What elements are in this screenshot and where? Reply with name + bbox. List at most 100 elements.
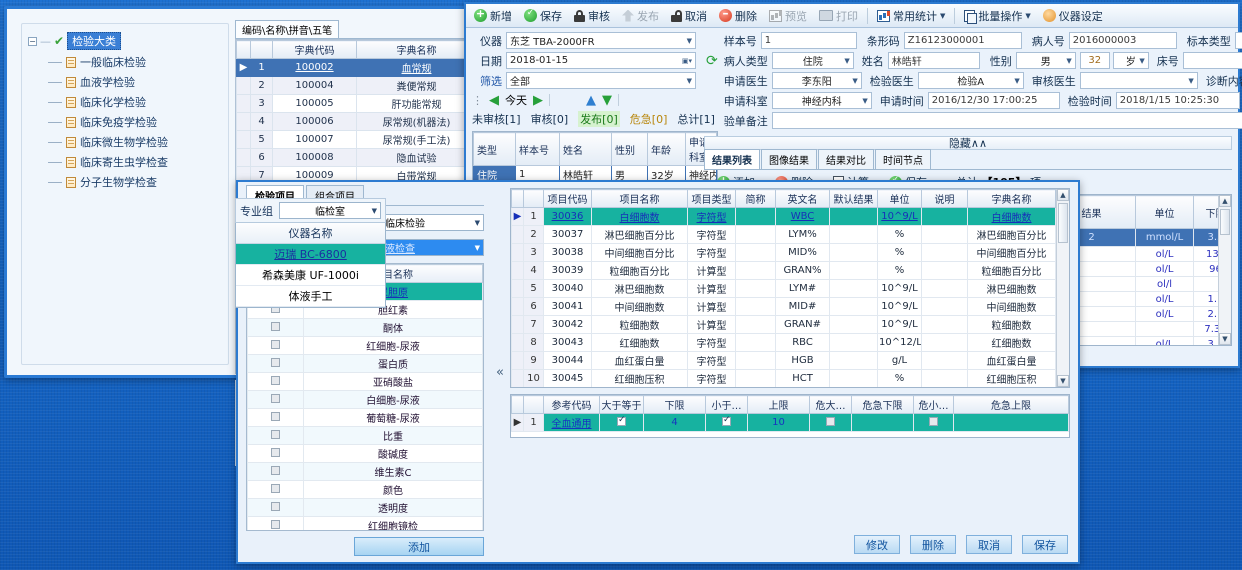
audit-doctor-select[interactable]: ▼ — [1079, 72, 1198, 89]
age-unit-select[interactable]: 岁 ▼ — [1112, 52, 1149, 69]
sample-col-4[interactable]: 年龄 — [647, 132, 686, 166]
checkbox-icon[interactable] — [271, 393, 280, 403]
list-item[interactable]: 颜色 — [247, 480, 483, 499]
list-item[interactable]: 亚硝酸盐 — [247, 372, 483, 391]
scroll-down-icon[interactable]: ▼ — [1219, 333, 1231, 345]
toolbar-审核[interactable]: 审核 — [569, 7, 615, 25]
tree-item-0[interactable]: 一般临床检验 — [48, 52, 222, 72]
toolbar-打印[interactable]: 打印 — [814, 7, 863, 25]
refresh-icon[interactable]: ⟳ — [706, 53, 718, 69]
checkbox-icon[interactable] — [271, 429, 280, 439]
table-row[interactable]: 9 30044 血红蛋白量 字符型 HGB g/L 血红蛋白量 — [511, 351, 1056, 370]
bed-input[interactable] — [1182, 52, 1242, 69]
checkbox-icon[interactable] — [722, 415, 731, 426]
tree-item-6[interactable]: 分子生物学检查 — [48, 172, 222, 192]
gender-select[interactable]: 男 ▼ — [1015, 52, 1076, 69]
checkbox-icon[interactable] — [271, 339, 280, 349]
dict-col-8[interactable]: 字典名称 — [967, 189, 1056, 208]
ref-col-8[interactable]: 危急上限 — [953, 395, 1069, 414]
status-2[interactable]: 发布[0] — [578, 111, 620, 127]
table-row[interactable]: ▶1全血通用 4 10 — [511, 413, 1069, 432]
sample-col-1[interactable]: 样本号 — [515, 132, 560, 166]
status-3[interactable]: 危急[0] — [630, 111, 668, 127]
toolbar-取消[interactable]: 取消 — [666, 7, 712, 25]
sample-col-3[interactable]: 性别 — [611, 132, 648, 166]
req-dept-select[interactable]: 神经内科 ▼ — [771, 92, 872, 109]
dict-col-5[interactable]: 默认结果 — [829, 189, 878, 208]
checkbox-icon[interactable] — [271, 519, 280, 529]
patient-no-input[interactable]: 2016000003 — [1068, 32, 1177, 49]
tree-item-4[interactable]: 临床微生物学检验 — [48, 132, 222, 152]
toolbar-发布[interactable]: 发布 — [617, 7, 664, 25]
patient-type-select[interactable]: 住院 ▼ — [771, 52, 854, 69]
tree-item-5[interactable]: 临床寄生虫学检查 — [48, 152, 222, 172]
cell-lt[interactable] — [705, 413, 748, 432]
toolbar-仪器设定[interactable]: 仪器设定 — [1038, 7, 1108, 25]
item-checkbox-cell[interactable] — [247, 444, 304, 463]
add-item-button[interactable]: 添加 — [354, 537, 484, 556]
tree-item-1[interactable]: 血液学检验 — [48, 72, 222, 92]
dialog-button-保存[interactable]: 保存 — [1022, 535, 1068, 554]
move-up-icon[interactable]: ▲ — [586, 93, 596, 108]
sample-type-select[interactable]: 血清 ▼ — [1234, 32, 1242, 49]
scroll-down-icon[interactable]: ▼ — [1057, 375, 1069, 387]
instrument-list[interactable]: 仪器名称 迈瑞 BC-6800 希森美康 UF-1000i 体液手工 — [235, 223, 386, 308]
result-tab-3[interactable]: 时间节点 — [875, 149, 931, 169]
result-grid-scrollbar[interactable]: ▲ ▼ — [1218, 195, 1231, 345]
checkbox-icon[interactable] — [271, 411, 280, 421]
name-input[interactable]: 林皓轩 — [887, 52, 980, 69]
list-item[interactable]: 透明度 — [247, 498, 483, 517]
col-1[interactable]: 字典名称 — [356, 40, 477, 59]
dict-col-2[interactable]: 项目类型 — [687, 189, 736, 208]
ref-col-1[interactable]: 大于等于 — [599, 395, 644, 414]
list-item[interactable]: 红细胞镜检 — [247, 516, 483, 530]
chevron-down-icon[interactable]: ▼ — [1025, 12, 1030, 20]
dict-col-1[interactable]: 项目名称 — [591, 189, 688, 208]
item-checkbox-cell[interactable] — [247, 408, 304, 427]
checkbox-icon[interactable] — [271, 321, 280, 331]
dialog-button-删除[interactable]: 删除 — [910, 535, 956, 554]
checkbox-icon[interactable] — [271, 375, 280, 385]
sample-no-input[interactable]: 1 — [760, 32, 857, 49]
scroll-thumb[interactable] — [1058, 203, 1068, 243]
sample-col-2[interactable]: 姓名 — [559, 132, 612, 166]
tree-item-2[interactable]: 临床化学检验 — [48, 92, 222, 112]
ref-col-6[interactable]: 危急下限 — [851, 395, 914, 414]
status-4[interactable]: 总计[1] — [677, 111, 715, 127]
list-item[interactable]: 酮体 — [247, 318, 483, 337]
item-checkbox-cell[interactable] — [247, 498, 304, 517]
item-checkbox-cell[interactable] — [247, 354, 304, 373]
toolbar-批量操作[interactable]: 批量操作 ▼ — [959, 7, 1035, 25]
table-row[interactable]: 7 30042 粒细胞数 计算型 GRAN# 10^9/L 粒细胞数 — [511, 315, 1056, 334]
tab-code-name-pinyin[interactable]: 编码\名称\拼音\五笔 — [235, 20, 340, 38]
next-day-icon[interactable]: ▶ — [533, 93, 543, 108]
checkbox-icon[interactable] — [271, 501, 280, 511]
today-button[interactable]: 今天 — [505, 92, 527, 108]
toolbar-保存[interactable]: 保存 — [519, 7, 567, 25]
calendar-icon[interactable]: ▣▾ — [682, 57, 692, 65]
list-item[interactable]: 维生素C — [247, 462, 483, 481]
ref-col-3[interactable]: 小于… — [705, 395, 748, 414]
ref-col-0[interactable]: 参考代码 — [543, 395, 600, 414]
table-row[interactable]: 4 30039 粒细胞百分比 计算型 GRAN%% 粒细胞百分比 — [511, 261, 1056, 280]
result-tab-2[interactable]: 结果对比 — [818, 149, 874, 169]
sample-list-grid[interactable]: 类型样本号姓名性别年龄申请科室 住院1林皓轩男32岁神经内科 — [472, 131, 718, 185]
item-checkbox-cell[interactable] — [247, 318, 304, 337]
table-row[interactable]: 10 30045 红细胞压积 字符型 HCT% 红细胞压积 — [511, 369, 1056, 387]
dictionary-items-grid[interactable]: 项目代码 项目名称 项目类型 简称 英文名 默认结果 单位 说明 字典名称 ▶ 1 30036 白细胞… — [510, 188, 1070, 388]
prev-day-icon[interactable]: ◀ — [489, 93, 499, 108]
dict-col-6[interactable]: 单位 — [877, 189, 922, 208]
tree-expander-icon[interactable]: − — [28, 36, 37, 46]
cell-crit-gt[interactable] — [809, 413, 852, 432]
filter-select[interactable]: 全部 ▼ — [506, 72, 696, 89]
table-row[interactable]: 8 30043 红细胞数 字符型 RBC 10^12/L 红细胞数 — [511, 333, 1056, 352]
table-row[interactable]: 3 30038 中间细胞百分比 字符型 MID%% 中间细胞百分比 — [511, 243, 1056, 262]
item-checkbox-cell[interactable] — [247, 372, 304, 391]
barcode-input[interactable]: Z16123000001 — [903, 32, 1022, 49]
dict-grid-scrollbar[interactable]: ▲ ▼ — [1056, 189, 1069, 387]
item-checkbox-cell[interactable] — [247, 480, 304, 499]
remark-input[interactable] — [771, 112, 1242, 129]
cell-crit-lt[interactable] — [913, 413, 954, 432]
sample-col-0[interactable]: 类型 — [473, 132, 516, 166]
professional-group-select[interactable]: 临检室 ▼ — [279, 202, 381, 219]
